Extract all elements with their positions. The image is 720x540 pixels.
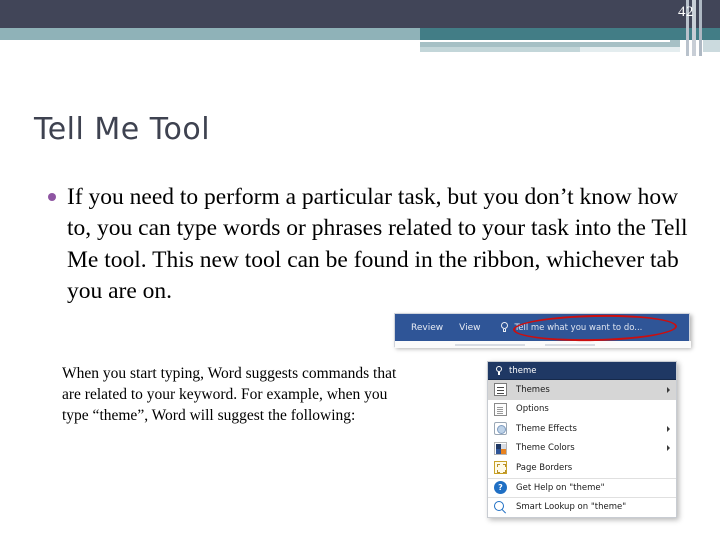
page-borders-icon: [494, 461, 507, 475]
menu-item-themes[interactable]: Themes: [488, 380, 676, 400]
menu-item-label: Smart Lookup on "theme": [516, 502, 627, 513]
help-icon: ?: [494, 481, 507, 495]
sub-paragraph-text: When you start typing, Word suggests com…: [62, 365, 397, 425]
header-corner-teal: [703, 28, 720, 40]
menu-item-label: Themes: [516, 384, 550, 395]
menu-item-get-help[interactable]: ? Get Help on "theme": [488, 477, 676, 497]
chevron-right-icon: [667, 445, 670, 452]
ribbon-tab-view: View: [459, 322, 481, 333]
menu-item-theme-effects[interactable]: Theme Effects: [488, 419, 676, 439]
bullet-text: If you need to perform a particular task…: [67, 184, 688, 304]
slide-header-banner: [0, 0, 720, 56]
menu-item-page-borders[interactable]: Page Borders: [488, 458, 676, 478]
header-corner-light: [703, 40, 720, 52]
tell-me-suggestion-menu-screenshot: theme Themes Options Theme Effects Theme…: [487, 361, 677, 518]
word-ribbon-screenshot: Review View Tell me what you want to do.…: [394, 313, 691, 348]
header-band-white-stripe: [420, 40, 670, 42]
menu-item-label: Theme Effects: [516, 423, 577, 434]
menu-item-label: Theme Colors: [516, 443, 575, 454]
ribbon-tab-review: Review: [411, 322, 444, 333]
lightbulb-icon: [495, 365, 503, 376]
menu-item-label: Options: [516, 404, 549, 415]
header-corner-dark: [703, 0, 720, 28]
chevron-right-icon: [667, 386, 670, 393]
smart-lookup-icon: [494, 500, 507, 514]
menu-item-options[interactable]: Options: [488, 399, 676, 419]
bullet-list: If you need to perform a particular task…: [48, 182, 700, 307]
bullet-dot-icon: [48, 193, 56, 201]
menu-item-label: Page Borders: [516, 462, 573, 473]
header-vertical-stripe-3: [699, 0, 702, 56]
theme-colors-icon: [494, 441, 507, 455]
ribbon-content-strip: [395, 341, 691, 348]
header-band-gray-faint: [580, 47, 680, 52]
menu-search-field[interactable]: theme: [488, 362, 676, 380]
options-doc-icon: [494, 402, 507, 416]
themes-icon: [494, 383, 507, 397]
header-band-gray-lower: [420, 47, 580, 52]
lightbulb-icon: [500, 322, 509, 333]
menu-search-value: theme: [509, 365, 537, 376]
page-title: Tell Me Tool: [34, 112, 211, 147]
menu-item-theme-colors[interactable]: Theme Colors: [488, 438, 676, 458]
chevron-right-icon: [667, 425, 670, 432]
header-band-teal-light: [0, 28, 420, 40]
menu-item-smart-lookup[interactable]: Smart Lookup on "theme": [488, 497, 676, 517]
list-item: If you need to perform a particular task…: [48, 182, 700, 307]
menu-item-label: Get Help on "theme": [516, 482, 605, 493]
page-number: 42: [678, 4, 694, 20]
theme-effects-icon: [494, 422, 507, 436]
header-band-dark: [0, 0, 720, 28]
